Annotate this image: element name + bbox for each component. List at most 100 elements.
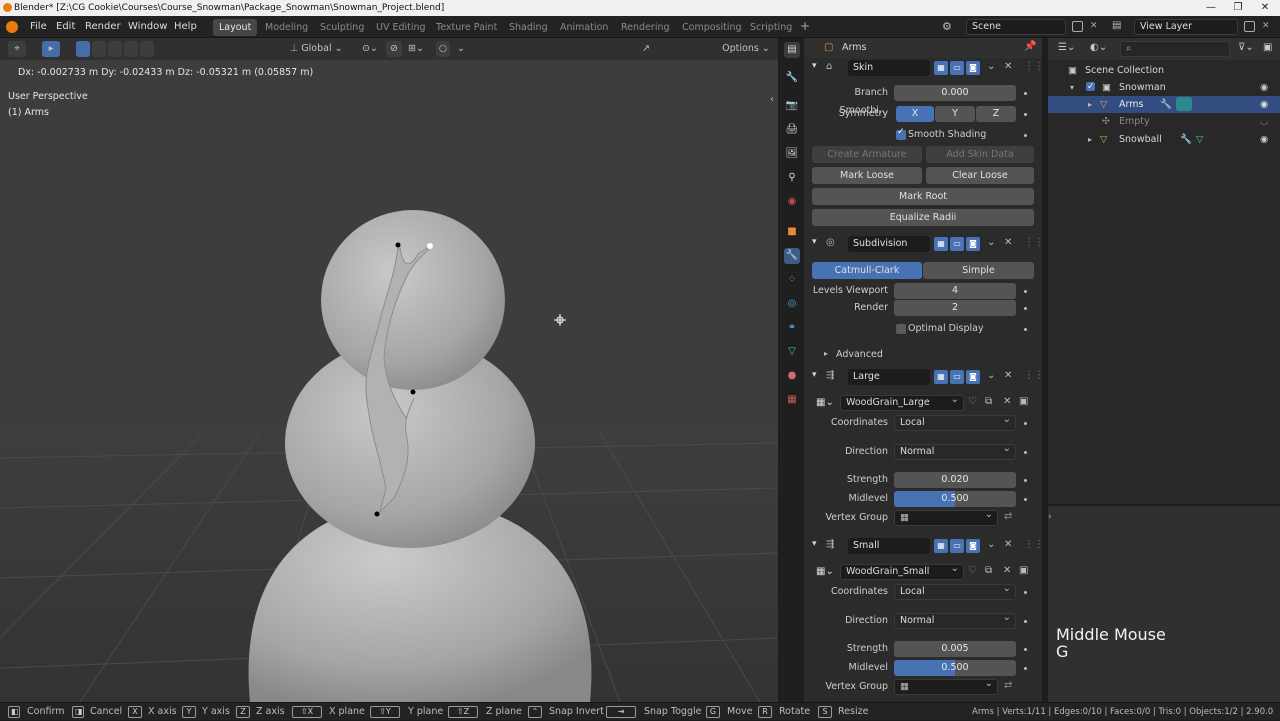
render-toggle-icon[interactable]: ◙ bbox=[966, 539, 980, 553]
outliner-item-snowball[interactable]: ▸ ▽ Snowball 🔧 ▽ ◉ bbox=[1048, 131, 1280, 148]
tool-tab-icon[interactable]: 🔧 bbox=[784, 70, 800, 86]
large-coordinates-dropdown[interactable]: Local bbox=[894, 413, 1016, 431]
editmode-toggle-icon[interactable]: ▦ bbox=[934, 237, 948, 251]
drag-handle-icon[interactable]: ⋮⋮ bbox=[1024, 539, 1042, 550]
large-direction-dropdown[interactable]: Normal bbox=[894, 442, 1016, 460]
large-strength-field[interactable]: 0.020 bbox=[894, 472, 1016, 488]
fake-user-icon[interactable]: ♡ bbox=[968, 396, 977, 407]
tab-animation[interactable]: Animation bbox=[554, 19, 614, 36]
mark-loose-button[interactable]: Mark Loose bbox=[812, 167, 922, 184]
mesh-data-icon[interactable]: ▽ bbox=[1196, 131, 1203, 148]
new-scene-icon[interactable] bbox=[1072, 21, 1083, 32]
viewport-toggle-icon[interactable]: ▭ bbox=[950, 539, 964, 553]
toolbar-collapse-icon[interactable]: ‹ bbox=[770, 94, 774, 105]
symmetry-z-button[interactable]: Z bbox=[976, 106, 1016, 122]
unlink-texture-icon[interactable]: ✕ bbox=[1003, 396, 1011, 407]
small-texture-field[interactable]: WoodGrain_Small bbox=[840, 562, 964, 580]
large-name-field[interactable]: Large bbox=[848, 369, 930, 385]
large-texture-field[interactable]: WoodGrain_Large bbox=[840, 393, 964, 411]
modifier-wrench-icon[interactable]: 🔧 bbox=[1180, 131, 1192, 148]
drag-handle-icon[interactable]: ⋮⋮ bbox=[1024, 61, 1042, 72]
new-collection-icon[interactable]: ▣ bbox=[1263, 42, 1272, 53]
small-name-field[interactable]: Small bbox=[848, 538, 930, 554]
drag-handle-icon[interactable]: ⋮⋮ bbox=[1024, 237, 1042, 248]
optimal-display-checkbox[interactable] bbox=[896, 324, 906, 334]
tab-modeling[interactable]: Modeling bbox=[259, 19, 314, 36]
proportional-falloff-icon[interactable]: ⌄ bbox=[454, 41, 468, 57]
outliner-item-snowman[interactable]: ▾ ▣ Snowman ◉ bbox=[1048, 79, 1280, 96]
tab-rendering[interactable]: Rendering bbox=[615, 19, 676, 36]
texture-properties-icon[interactable]: ▣ bbox=[1019, 565, 1028, 576]
tab-scripting[interactable]: Scripting bbox=[744, 19, 798, 36]
render-tab-icon[interactable]: 📷 bbox=[784, 98, 800, 114]
keyframe-dot[interactable] bbox=[1024, 92, 1027, 95]
select-mode-subtract-icon[interactable] bbox=[108, 41, 122, 57]
view-layer-field[interactable]: View Layer bbox=[1134, 19, 1238, 35]
physics-tab-icon[interactable]: ◎ bbox=[784, 296, 800, 312]
select-mode-intersect-icon[interactable] bbox=[140, 41, 154, 57]
fake-user-icon[interactable]: ♡ bbox=[968, 565, 977, 576]
render-toggle-icon[interactable]: ◙ bbox=[966, 237, 980, 251]
delete-modifier-icon[interactable]: ✕ bbox=[1004, 539, 1012, 550]
menu-render[interactable]: Render bbox=[85, 16, 121, 38]
simple-button[interactable]: Simple bbox=[923, 262, 1034, 279]
create-armature-button[interactable]: Create Armature bbox=[812, 146, 922, 163]
gizmo-icon[interactable]: ↗ bbox=[640, 41, 652, 57]
skin-name-field[interactable]: Skin bbox=[848, 60, 930, 76]
scene-tab-icon[interactable]: ⚲ bbox=[784, 170, 800, 186]
tab-shading[interactable]: Shading bbox=[503, 19, 554, 36]
keyframe-dot[interactable] bbox=[1024, 667, 1027, 670]
transform-orientation-dropdown[interactable]: ⊥ Global ⌄ bbox=[286, 41, 350, 57]
viewport-toggle-icon[interactable]: ▭ bbox=[950, 237, 964, 251]
viewport-scene[interactable] bbox=[0, 38, 778, 702]
menu-window[interactable]: Window bbox=[128, 16, 167, 38]
dropdown-icon[interactable]: ⌄ bbox=[987, 370, 995, 381]
small-strength-field[interactable]: 0.005 bbox=[894, 641, 1016, 657]
select-mode-invert-icon[interactable] bbox=[124, 41, 138, 57]
tab-sculpting[interactable]: Sculpting bbox=[314, 19, 370, 36]
proportional-editing-icon[interactable]: ○ bbox=[436, 41, 450, 57]
3d-viewport[interactable]: ⌖ ▸ ⊥ Global ⌄ ⊙⌄ ⊘ ⊞⌄ ○ ⌄ ↗ Options ⌄ D… bbox=[0, 38, 778, 702]
filter-icon[interactable]: ⊽⌄ bbox=[1238, 42, 1254, 53]
output-tab-icon[interactable]: 🖨 bbox=[784, 122, 800, 138]
keyframe-dot[interactable] bbox=[1024, 422, 1027, 425]
outliner-editor-icon[interactable]: ☰⌄ bbox=[1058, 42, 1075, 53]
small-midlevel-slider[interactable]: 0.500 bbox=[894, 660, 1016, 676]
expand-icon[interactable]: ▸ bbox=[1088, 96, 1092, 113]
visibility-eye-icon[interactable]: ◡ bbox=[1260, 113, 1268, 130]
snap-target-icon[interactable]: ⊞⌄ bbox=[404, 41, 428, 57]
branch-smoothing-field[interactable]: 0.000 bbox=[894, 85, 1016, 101]
keyframe-dot[interactable] bbox=[1024, 328, 1027, 331]
render-toggle-icon[interactable]: ◙ bbox=[966, 370, 980, 384]
select-tool-icon[interactable]: ▸ bbox=[42, 41, 60, 57]
render-levels-field[interactable]: 2 bbox=[894, 300, 1016, 316]
small-direction-dropdown[interactable]: Normal bbox=[894, 611, 1016, 629]
viewport-toggle-icon[interactable]: ▭ bbox=[950, 61, 964, 75]
pin-icon[interactable]: 📌 bbox=[1024, 41, 1036, 52]
small-coordinates-dropdown[interactable]: Local bbox=[894, 582, 1016, 600]
dropdown-icon[interactable]: ⌄ bbox=[987, 237, 995, 248]
scene-field[interactable]: Scene bbox=[966, 19, 1066, 35]
duplicate-texture-icon[interactable]: ⧉ bbox=[985, 565, 992, 576]
menu-help[interactable]: Help bbox=[174, 16, 197, 38]
outliner-search-input[interactable]: ⌕ bbox=[1120, 41, 1230, 57]
exclude-checkbox[interactable] bbox=[1086, 79, 1095, 96]
remove-view-layer-icon[interactable]: ✕ bbox=[1262, 21, 1270, 31]
viewport-toggle-icon[interactable]: ▭ bbox=[950, 370, 964, 384]
particles-tab-icon[interactable]: ⁘ bbox=[784, 272, 800, 288]
menu-file[interactable]: File bbox=[30, 16, 47, 38]
tab-compositing[interactable]: Compositing bbox=[676, 19, 748, 36]
editmode-toggle-icon[interactable]: ▦ bbox=[934, 539, 948, 553]
world-tab-icon[interactable]: ◉ bbox=[784, 194, 800, 210]
expand-icon[interactable]: ▾ bbox=[1070, 79, 1074, 96]
dropdown-icon[interactable]: ⌄ bbox=[987, 539, 995, 550]
keyframe-dot[interactable] bbox=[1024, 134, 1027, 137]
clear-loose-button[interactable]: Clear Loose bbox=[926, 167, 1034, 184]
select-mode-new-icon[interactable] bbox=[76, 41, 90, 57]
new-view-layer-icon[interactable] bbox=[1244, 21, 1255, 32]
small-vertex-group-field[interactable]: ▦ bbox=[894, 677, 998, 695]
remove-scene-icon[interactable]: ✕ bbox=[1090, 21, 1098, 31]
levels-viewport-field[interactable]: 4 bbox=[894, 283, 1016, 299]
editor-type-icon[interactable]: ⌖ bbox=[8, 41, 26, 57]
keyframe-dot[interactable] bbox=[1024, 451, 1027, 454]
